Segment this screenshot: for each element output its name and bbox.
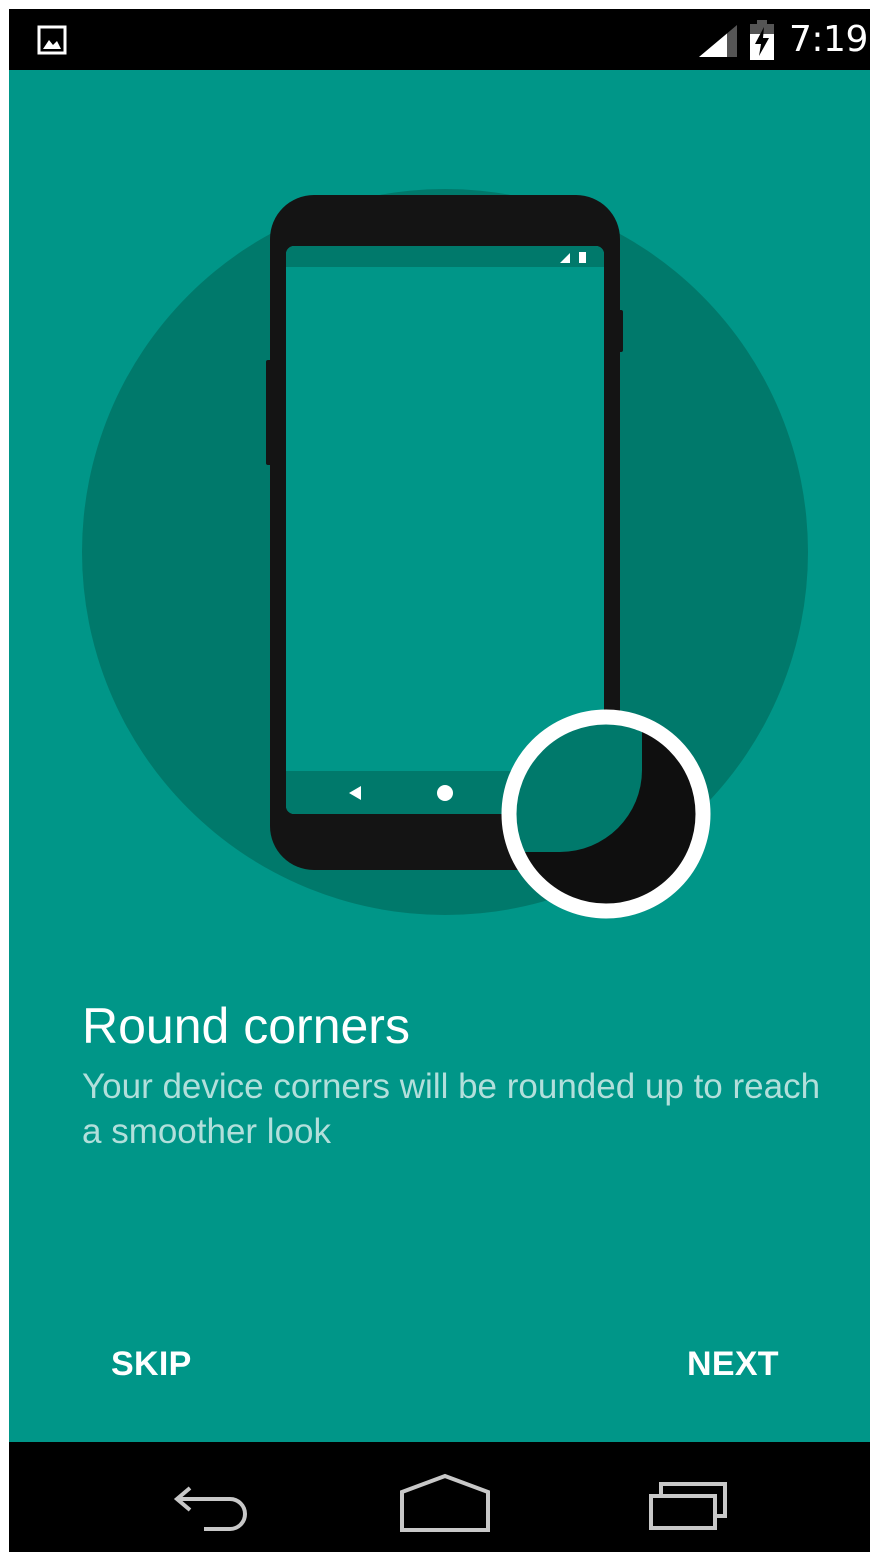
next-button[interactable]: NEXT bbox=[687, 1334, 779, 1394]
onboarding-title: Round corners bbox=[82, 998, 410, 1054]
home-icon bbox=[400, 1473, 490, 1532]
phone-round-corner-illustration bbox=[82, 189, 808, 919]
home-button[interactable] bbox=[390, 1462, 500, 1532]
onboarding-description: Your device corners will be rounded up t… bbox=[82, 1067, 821, 1151]
phone-status-bar bbox=[286, 246, 604, 267]
battery-charging-icon bbox=[750, 20, 774, 60]
recents-button[interactable] bbox=[635, 1462, 745, 1532]
back-icon bbox=[173, 1486, 247, 1531]
phone-battery-icon bbox=[579, 252, 586, 263]
navigation-bar bbox=[9, 1442, 870, 1552]
back-button[interactable] bbox=[148, 1462, 258, 1532]
signal-icon bbox=[699, 25, 737, 57]
status-bar: 7:19 bbox=[9, 9, 870, 70]
onboarding-screen: Round corners Your device corners will b… bbox=[9, 70, 870, 1442]
recents-icon bbox=[649, 1482, 727, 1530]
image-icon bbox=[37, 25, 67, 55]
device-frame: 7:19 Round corners Your device corners w… bbox=[9, 9, 870, 1552]
phone-home-icon bbox=[437, 785, 453, 801]
status-clock: 7:19 bbox=[789, 19, 868, 60]
skip-button[interactable]: SKIP bbox=[111, 1334, 192, 1394]
